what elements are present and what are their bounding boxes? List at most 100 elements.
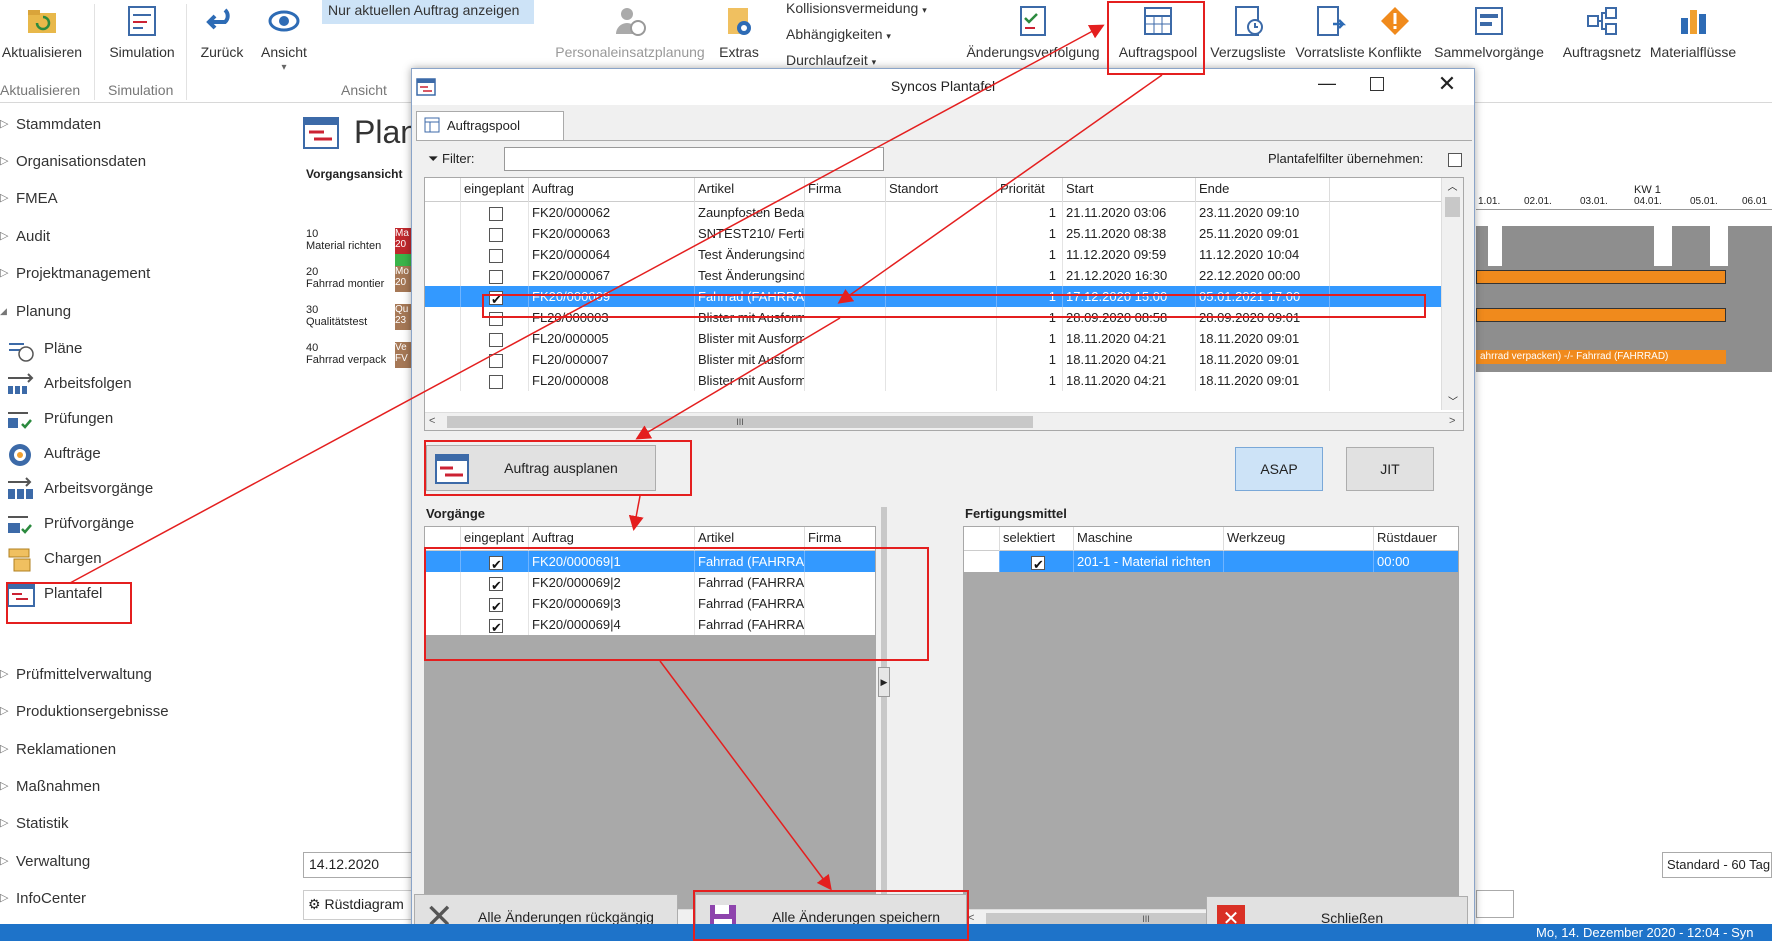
nav-pruefungen[interactable]: Prüfungen (6, 406, 113, 436)
nur-aktuellen-auftrag-toggle[interactable]: Nur aktuellen Auftrag anzeigen (322, 0, 534, 24)
table-row[interactable]: FK20/000069|3Fahrrad (FAHRRAD (425, 593, 875, 614)
col-header-maschine[interactable]: Maschine (1074, 527, 1224, 551)
cell-standort[interactable] (886, 307, 997, 328)
table-row[interactable]: FK20/000067 Test Änderungsinde 1 21.12.2020… (425, 265, 1441, 286)
row-header-cell[interactable] (425, 572, 461, 593)
cell-artikel[interactable]: Test Änderungsinde (695, 265, 805, 286)
bg-input[interactable] (1476, 890, 1514, 918)
col-header-auftrag[interactable]: Auftrag (529, 527, 695, 551)
row-header-cell[interactable] (425, 244, 461, 265)
selektiert-checkbox[interactable] (1000, 551, 1074, 572)
nav-massnahmen[interactable]: Maßnahmen (0, 778, 100, 795)
eingeplant-checkbox[interactable] (461, 202, 529, 223)
cell-artikel[interactable]: SNTEST210/ Fertigu (695, 223, 805, 244)
scroll-up-icon[interactable]: ︿ (1442, 178, 1463, 193)
eingeplant-checkbox[interactable] (461, 286, 529, 307)
gantt-bar-orange[interactable] (1476, 308, 1726, 322)
personaleinsatzplanung-button[interactable]: Personaleinsatzplanung (548, 4, 712, 60)
row-header-cell[interactable] (964, 551, 1000, 572)
cell-ende[interactable]: 28.09.2020 09:01 (1196, 307, 1330, 328)
cell-standort[interactable] (886, 370, 997, 391)
eingeplant-checkbox[interactable] (461, 370, 529, 391)
nav-projektmanagement[interactable]: Projektmanagement (0, 265, 150, 282)
nav-plantafel[interactable]: Plantafel (6, 581, 102, 611)
durchlaufzeit-dropdown[interactable]: Durchlaufzeit ▾ (786, 52, 876, 68)
cell-auftrag[interactable]: FK20/000067 (529, 265, 695, 286)
checkbox-box[interactable] (489, 269, 503, 284)
auftragspool-button[interactable]: Auftragspool (1110, 4, 1206, 60)
row-header-cell[interactable] (425, 223, 461, 244)
cell-auftrag[interactable]: FK20/000069|2 (529, 572, 695, 593)
eingeplant-checkbox[interactable] (461, 349, 529, 370)
cell-artikel[interactable]: Blister mit Ausformu (695, 307, 805, 328)
cell-firma[interactable] (805, 551, 875, 572)
cell-standort[interactable] (886, 244, 997, 265)
table-row[interactable]: FK20/000069|2Fahrrad (FAHRRAD (425, 572, 875, 593)
checkbox-box[interactable] (489, 575, 503, 593)
nav-pruefvorgaenge[interactable]: Prüfvorgänge (6, 511, 134, 541)
minimize-icon[interactable]: — (1312, 73, 1342, 99)
table-row[interactable]: FL20/000003 Blister mit Ausformu 1 28.09.20… (425, 307, 1441, 328)
col-header-eingeplant[interactable]: eingeplant (461, 178, 529, 202)
cell-prio[interactable]: 1 (997, 223, 1063, 244)
date-field[interactable]: 14.12.2020 (303, 852, 415, 878)
scroll-down-icon[interactable]: ﹀ (1442, 393, 1463, 408)
nav-reklamationen[interactable]: Reklamationen (0, 741, 116, 758)
nav-chargen[interactable]: Chargen (6, 546, 102, 576)
col-header-werkzeug[interactable]: Werkzeug (1224, 527, 1374, 551)
col-header-firma[interactable]: Firma (805, 178, 886, 202)
nav-produktionsergebnisse[interactable]: Produktionsergebnisse (0, 703, 169, 720)
checkbox-box[interactable] (489, 332, 503, 347)
cell-artikel[interactable]: Blister mit Ausformu (695, 349, 805, 370)
extras-button[interactable]: Extras (714, 4, 764, 60)
col-header-artikel[interactable]: Artikel (695, 527, 805, 551)
cell-standort[interactable] (886, 286, 997, 307)
cell-ende[interactable]: 25.11.2020 09:01 (1196, 223, 1330, 244)
cell-artikel[interactable]: Test Änderungsinde (695, 244, 805, 265)
row-header-cell[interactable] (425, 551, 461, 572)
scroll-left-icon[interactable]: < (429, 415, 435, 427)
op-row[interactable]: 20 Fahrrad montier (306, 266, 396, 290)
col-header-ruestdauer[interactable]: Rüstdauer (1374, 527, 1458, 551)
abhaengigkeiten-dropdown[interactable]: Abhängigkeiten ▾ (786, 26, 891, 42)
col-header-firma[interactable]: Firma (805, 527, 875, 551)
checkbox-box[interactable] (489, 617, 503, 635)
cell-prio[interactable]: 1 (997, 202, 1063, 223)
cell-prio[interactable]: 1 (997, 286, 1063, 307)
row-header-cell[interactable] (425, 593, 461, 614)
nav-stammdaten[interactable]: Stammdaten (0, 116, 101, 133)
eingeplant-checkbox[interactable] (461, 614, 529, 635)
sammelvorgaenge-button[interactable]: Sammelvorgänge (1430, 4, 1548, 60)
scroll-left-icon[interactable]: < (968, 912, 974, 924)
nav-infocenter[interactable]: InfoCenter (0, 890, 86, 907)
row-header-cell[interactable] (425, 614, 461, 635)
checkbox-box[interactable] (489, 311, 503, 326)
cell-artikel[interactable]: Fahrrad (FAHRRAD (695, 286, 805, 307)
cell-standort[interactable] (886, 202, 997, 223)
table-row[interactable]: FK20/000069|1Fahrrad (FAHRRAD (425, 551, 875, 572)
cell-auftrag[interactable]: FK20/000064 (529, 244, 695, 265)
cell-start[interactable]: 18.11.2020 04:21 (1063, 370, 1196, 391)
cell-firma[interactable] (805, 307, 886, 328)
cell-firma[interactable] (805, 202, 886, 223)
cell-standort[interactable] (886, 328, 997, 349)
ruestdiagramm-button[interactable]: ⚙ Rüstdiagram (303, 890, 415, 920)
cell-firma[interactable] (805, 286, 886, 307)
cell-prio[interactable]: 1 (997, 244, 1063, 265)
kollisionsvermeidung-dropdown[interactable]: Kollisionsvermeidung ▾ (786, 0, 927, 16)
checkbox-box[interactable] (489, 289, 503, 307)
cell-artikel[interactable]: Fahrrad (FAHRRAD (695, 593, 805, 614)
cell-ende[interactable]: 11.12.2020 10:04 (1196, 244, 1330, 265)
cell-artikel[interactable]: Fahrrad (FAHRRAD (695, 551, 805, 572)
table-row[interactable]: FL20/000005 Blister mit Ausformu 1 18.11.20… (425, 328, 1441, 349)
konflikte-button[interactable]: Konflikte (1364, 4, 1426, 60)
cell-auftrag[interactable]: FK20/000069 (529, 286, 695, 307)
scroll-thumb[interactable] (1445, 197, 1460, 217)
col-header-selektiert[interactable]: selektiert (1000, 527, 1074, 551)
cell-prio[interactable]: 1 (997, 349, 1063, 370)
nav-statistik[interactable]: Statistik (0, 815, 69, 832)
eingeplant-checkbox[interactable] (461, 328, 529, 349)
gantt-bar-orange[interactable] (1476, 270, 1726, 284)
cell-auftrag[interactable]: FK20/000069|4 (529, 614, 695, 635)
scroll-right-icon[interactable]: > (1449, 415, 1455, 427)
